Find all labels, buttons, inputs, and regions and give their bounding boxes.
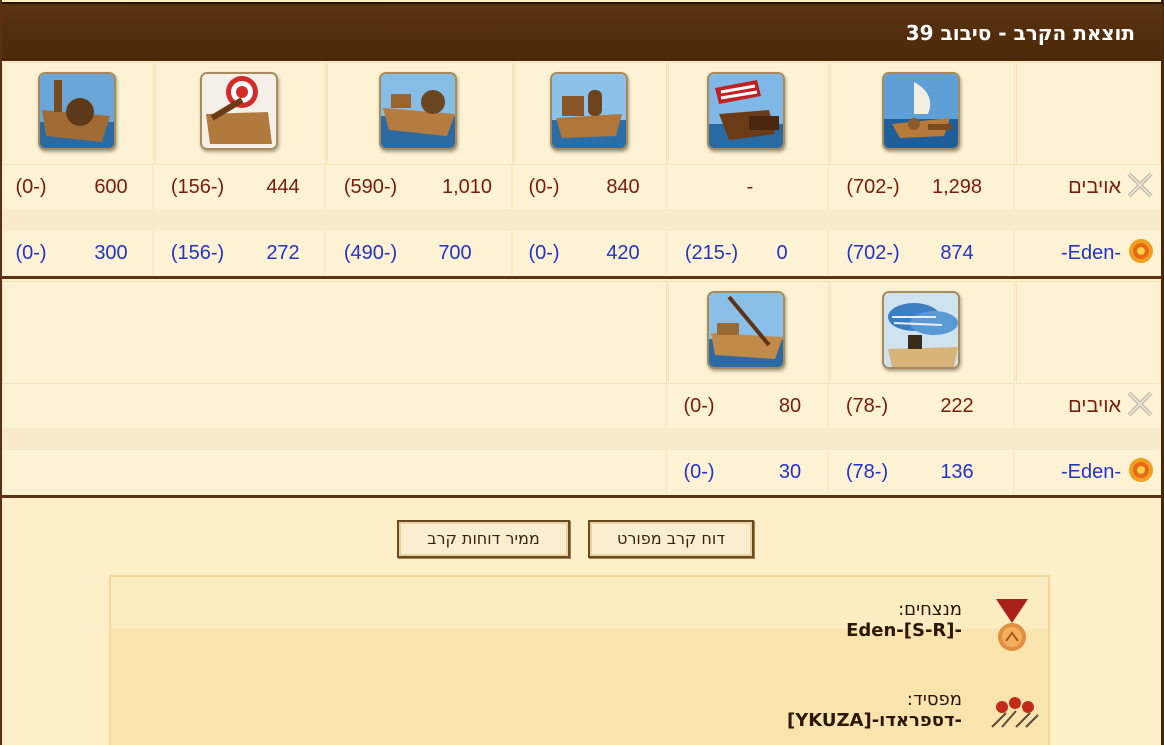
battle-result-panel: מנצחים: Eden-[S-R]- מפסיד: -דספראדו-[YKU… — [109, 575, 1050, 745]
loser-value: -דספראדו-[YKUZA] — [786, 710, 962, 731]
enemy-loss: (0-) — [528, 176, 560, 198]
own-value: 300 — [94, 242, 128, 264]
loser-label: מפסיד: — [906, 689, 962, 710]
divider — [2, 495, 1161, 498]
header-label-cell — [1016, 62, 1161, 165]
winners-value: Eden-[S-R]- — [846, 620, 962, 641]
own-loss: (490-) — [343, 242, 398, 264]
own-value: 700 — [438, 242, 472, 264]
enemy-value: - — [746, 176, 754, 198]
enemy-row-2: אויבים 222 (78-) 80 (0-) — [2, 384, 1161, 428]
own-label: -Eden- — [1060, 241, 1121, 264]
tender-ship-icon — [707, 291, 785, 369]
steam-ram-ship-icon — [882, 72, 960, 150]
divider — [2, 276, 1161, 279]
own-loss: (156-) — [170, 242, 225, 264]
enemy-loss: (156-) — [170, 176, 225, 198]
own-value: 136 — [940, 461, 974, 483]
enemy-value: 80 — [778, 395, 802, 417]
own-loss: (702-) — [846, 242, 900, 264]
paddle-ship-icon — [379, 72, 457, 150]
empty-cell — [2, 281, 667, 384]
enemy-value: 1,298 — [932, 176, 983, 198]
detailed-report-button[interactable]: דוח קרב מפורט — [588, 520, 754, 558]
enemy-loss: (0-) — [15, 176, 47, 198]
catapult-ship-icon — [200, 72, 278, 150]
own-value: 30 — [778, 461, 802, 483]
enemy-label-cell: אויבים — [1015, 384, 1161, 428]
crossed-swords-icon — [1125, 170, 1155, 204]
battle-report-frame: תוצאת הקרב - סיבוב 39 אויבים 1,298 (702-… — [0, 0, 1164, 745]
own-value: 874 — [940, 242, 974, 264]
own-label-cell: -Eden- — [1015, 450, 1161, 494]
own-value: 420 — [606, 242, 640, 264]
own-label-cell: -Eden- — [1015, 231, 1161, 275]
own-loss: (0-) — [15, 242, 47, 264]
enemy-value: 444 — [266, 176, 300, 198]
own-loss: (215-) — [684, 242, 739, 264]
defeated-army-icon — [988, 689, 1042, 735]
ballista-ship-icon — [550, 72, 628, 150]
header-label-cell — [1016, 281, 1161, 384]
own-loss: (0-) — [528, 242, 560, 264]
own-value: 0 — [776, 242, 788, 264]
enemy-label: אויבים — [1068, 394, 1121, 417]
enemy-row-1: אויבים 1,298 (702-) - 840 (0-) 1,010 (59… — [2, 165, 1161, 209]
own-loss: (0-) — [683, 461, 715, 483]
mortar-ship-icon — [38, 72, 116, 150]
fire-ship-icon — [707, 72, 785, 150]
winners-label: מנצחים: — [898, 599, 962, 620]
page-title: תוצאת הקרב - סיבוב 39 — [2, 2, 1163, 61]
own-row-1: -Eden- 874 (702-) 0 (215-) 420 (0-) 700 … — [2, 231, 1161, 275]
enemy-label-cell: אויבים — [1015, 165, 1161, 209]
own-row-2: -Eden- 136 (78-) 30 (0-) — [2, 450, 1161, 494]
report-converter-button[interactable]: ממיר דוחות קרב — [397, 520, 570, 558]
enemy-value: 222 — [940, 395, 974, 417]
enemy-loss: (590-) — [343, 176, 398, 198]
balloon-carrier-icon — [882, 291, 960, 369]
enemy-value: 1,010 — [441, 176, 493, 198]
crossed-swords-icon — [1125, 389, 1155, 423]
enemy-loss: (0-) — [683, 395, 715, 417]
enemy-loss: (78-) — [845, 395, 889, 417]
enemy-value: 600 — [94, 176, 128, 198]
medal-icon — [992, 597, 1032, 659]
enemy-value: 840 — [606, 176, 640, 198]
enemy-label: אויבים — [1068, 175, 1121, 198]
own-loss: (78-) — [845, 461, 889, 483]
enemy-loss: (702-) — [846, 176, 900, 198]
own-value: 272 — [266, 242, 300, 264]
own-label: -Eden- — [1060, 460, 1121, 483]
target-icon — [1127, 237, 1155, 269]
target-icon — [1127, 456, 1155, 488]
